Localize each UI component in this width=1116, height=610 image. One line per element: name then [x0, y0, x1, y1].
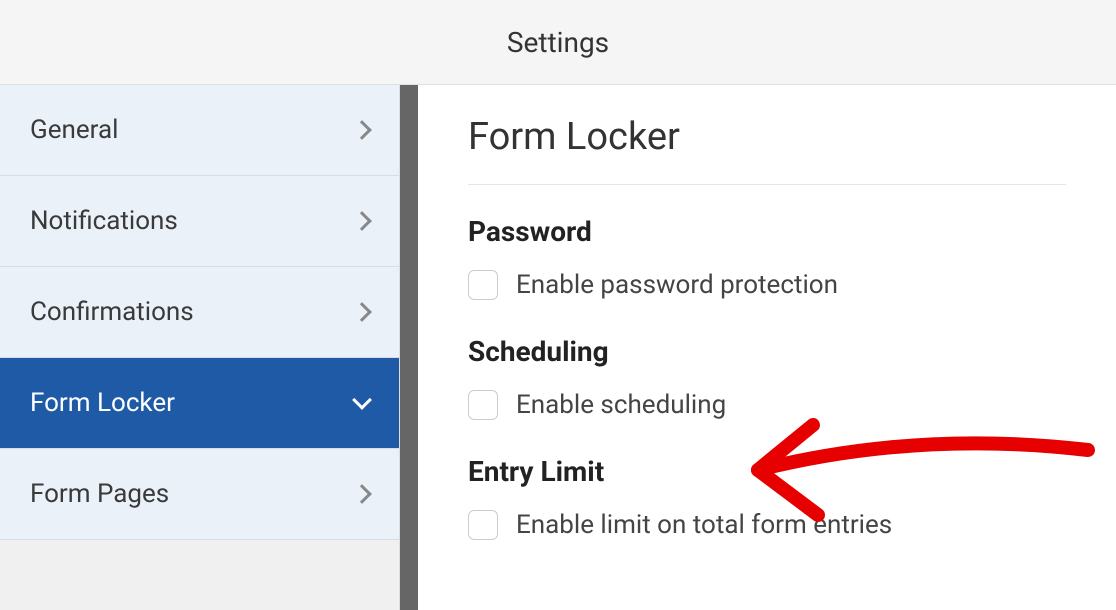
- entry-limit-heading: Entry Limit: [468, 455, 1066, 488]
- scheduling-section: Scheduling Enable scheduling: [468, 335, 1066, 420]
- password-checkbox-label: Enable password protection: [516, 270, 838, 300]
- sidebar-item-general[interactable]: General: [0, 85, 399, 176]
- entry-limit-checkbox-row: Enable limit on total form entries: [468, 510, 1066, 540]
- password-checkbox-row: Enable password protection: [468, 270, 1066, 300]
- settings-sidebar: General Notifications Confirmations Form…: [0, 85, 400, 610]
- sidebar-item-confirmations[interactable]: Confirmations: [0, 267, 399, 358]
- chevron-right-icon: [352, 120, 372, 140]
- content-title: Form Locker: [468, 115, 1066, 185]
- chevron-down-icon: [352, 390, 372, 410]
- panel-divider: [400, 85, 418, 610]
- sidebar-item-label: Form Locker: [30, 388, 175, 418]
- scheduling-checkbox-label: Enable scheduling: [516, 390, 726, 420]
- enable-entry-limit-checkbox[interactable]: [468, 510, 498, 540]
- sidebar-item-label: General: [30, 115, 118, 145]
- scheduling-heading: Scheduling: [468, 335, 1066, 368]
- sidebar-item-form-pages[interactable]: Form Pages: [0, 449, 399, 540]
- sidebar-item-label: Notifications: [30, 206, 178, 236]
- scheduling-checkbox-row: Enable scheduling: [468, 390, 1066, 420]
- settings-header: Settings: [0, 0, 1116, 85]
- page-title: Settings: [507, 26, 609, 59]
- chevron-right-icon: [352, 211, 372, 231]
- chevron-right-icon: [352, 302, 372, 322]
- sidebar-item-label: Confirmations: [30, 297, 194, 327]
- sidebar-item-label: Form Pages: [30, 479, 169, 509]
- entry-limit-section: Entry Limit Enable limit on total form e…: [468, 455, 1066, 540]
- chevron-right-icon: [352, 484, 372, 504]
- settings-content: Form Locker Password Enable password pro…: [418, 85, 1116, 610]
- password-heading: Password: [468, 215, 1066, 248]
- enable-password-checkbox[interactable]: [468, 270, 498, 300]
- entry-limit-checkbox-label: Enable limit on total form entries: [516, 510, 892, 540]
- sidebar-item-form-locker[interactable]: Form Locker: [0, 358, 399, 449]
- password-section: Password Enable password protection: [468, 215, 1066, 300]
- sidebar-item-notifications[interactable]: Notifications: [0, 176, 399, 267]
- main-container: General Notifications Confirmations Form…: [0, 85, 1116, 610]
- enable-scheduling-checkbox[interactable]: [468, 390, 498, 420]
